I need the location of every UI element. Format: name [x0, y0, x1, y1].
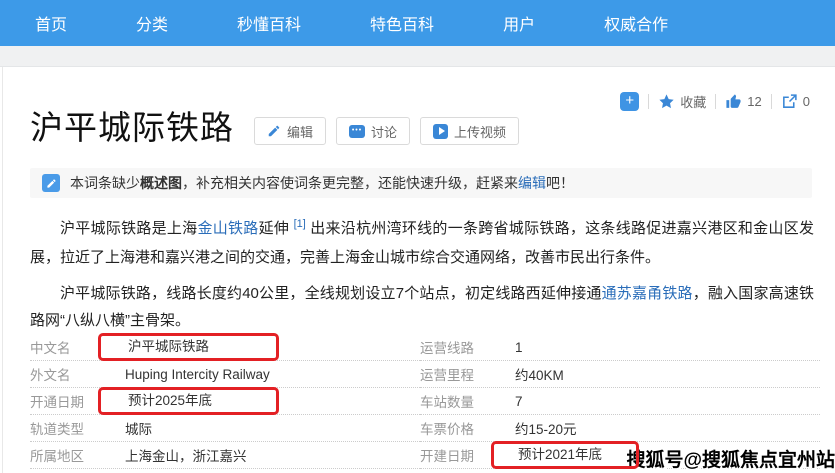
upload-button-label: 上传视频 — [454, 122, 506, 141]
info-value-highlighted: 沪平城际铁路 — [98, 333, 279, 361]
info-value: 1 — [515, 340, 523, 355]
info-label: 外文名 — [30, 364, 125, 384]
info-row-track-type: 轨道类型 城际 — [30, 415, 420, 442]
edit-button-label: 编辑 — [287, 122, 313, 141]
info-row-chinese-name: 中文名 沪平城际铁路 — [30, 334, 420, 361]
star-icon — [658, 93, 675, 110]
share-icon — [781, 93, 798, 110]
info-value-highlighted: 预计2025年底 — [98, 387, 279, 415]
divider — [771, 94, 772, 109]
page-title: 沪平城际铁路 — [30, 104, 234, 152]
divider — [648, 94, 649, 109]
info-row-region: 所属地区 上海金山，浙江嘉兴 — [30, 442, 420, 469]
tongsu-jiayong-railway-link[interactable]: 通苏嘉甬铁路 — [602, 285, 693, 302]
reference-1-link[interactable]: [1] — [294, 218, 306, 230]
upload-video-button[interactable]: 上传视频 — [420, 117, 519, 145]
thumbs-up-icon — [725, 93, 742, 110]
like-count: 12 — [747, 94, 761, 109]
notice-bar: 本词条缺少概述图，补充相关内容使词条更完整，还能快速升级，赶紧来编辑吧！ — [30, 168, 812, 198]
info-row-foreign-name: 外文名 Huping Intercity Railway — [30, 361, 420, 388]
info-value: 约15-20元 — [515, 418, 577, 438]
info-label: 轨道类型 — [30, 418, 125, 438]
info-row-opening-date: 开通日期 预计2025年底 — [30, 388, 420, 415]
play-icon — [433, 124, 448, 139]
info-row-operating-lines: 运营线路 1 — [420, 334, 820, 361]
add-icon[interactable]: + — [620, 92, 639, 111]
info-value-highlighted: 预计2021年底 — [491, 441, 639, 469]
info-row-station-count: 车站数量 7 — [420, 388, 820, 415]
divider — [715, 94, 716, 109]
chat-icon: ••• — [349, 125, 365, 138]
nav-item-home[interactable]: 首页 — [35, 11, 67, 35]
title-row: 沪平城际铁路 编辑 ••• 讨论 上传视频 — [30, 104, 519, 152]
entry-actions: + 收藏 12 0 — [620, 92, 810, 111]
info-column-left: 中文名 沪平城际铁路 外文名 Huping Intercity Railway … — [30, 334, 420, 469]
nav-item-user[interactable]: 用户 — [503, 11, 535, 35]
collect-button[interactable]: 收藏 — [658, 92, 706, 111]
summary-paragraph-1: 沪平城际铁路是上海金山铁路延伸 [1] 出来沿杭州湾环线的一条跨省城际铁路，这条… — [30, 210, 814, 272]
info-row-ticket-price: 车票价格 约15-20元 — [420, 415, 820, 442]
like-button[interactable]: 12 — [725, 93, 761, 110]
notice-bold-term: 概述图 — [140, 175, 182, 191]
nav-item-category[interactable]: 分类 — [136, 11, 168, 35]
notice-text: 本词条缺少概述图，补充相关内容使词条更完整，还能快速升级，赶紧来编辑吧！ — [70, 173, 574, 193]
sohu-watermark: 搜狐号@搜狐焦点宜州站 — [626, 445, 835, 472]
discuss-button-label: 讨论 — [371, 122, 397, 141]
info-row-operating-mileage: 运营里程 约40KM — [420, 361, 820, 388]
collect-label: 收藏 — [680, 92, 706, 111]
info-value: 城际 — [125, 418, 152, 438]
info-value: 上海金山，浙江嘉兴 — [125, 445, 247, 465]
title-buttons: 编辑 ••• 讨论 上传视频 — [254, 117, 519, 145]
top-navbar: 首页 分类 秒懂百科 特色百科 用户 权威合作 — [0, 0, 835, 46]
notice-edit-link[interactable]: 编辑 — [518, 175, 546, 191]
info-label: 所属地区 — [30, 445, 125, 465]
info-value: 约40KM — [515, 364, 564, 384]
nav-item-authority-cooperation[interactable]: 权威合作 — [604, 11, 668, 35]
info-label: 运营线路 — [420, 337, 515, 357]
nav-item-featured-baike[interactable]: 特色百科 — [370, 11, 434, 35]
share-count: 0 — [803, 94, 810, 109]
info-label: 车票价格 — [420, 418, 515, 438]
jinshan-railway-link[interactable]: 金山铁路 — [197, 220, 258, 237]
pencil-icon — [267, 124, 281, 138]
edit-pencil-icon — [42, 174, 60, 192]
nav-item-miaodong-baike[interactable]: 秒懂百科 — [237, 11, 301, 35]
discuss-button[interactable]: ••• 讨论 — [336, 117, 410, 145]
info-value: Huping Intercity Railway — [125, 367, 270, 382]
edit-button[interactable]: 编辑 — [254, 117, 326, 145]
share-button[interactable]: 0 — [781, 93, 810, 110]
summary-paragraph-2: 沪平城际铁路，线路长度约40公里，全线规划设立7个站点，初定线路西延伸接通通苏嘉… — [30, 280, 814, 334]
content-left-border — [2, 67, 3, 473]
page: 首页 分类 秒懂百科 特色百科 用户 权威合作 + 收藏 12 0 — [0, 0, 835, 473]
info-value: 7 — [515, 394, 523, 409]
info-label: 运营里程 — [420, 364, 515, 384]
page-background-strip — [0, 46, 835, 67]
info-label: 车站数量 — [420, 391, 515, 411]
